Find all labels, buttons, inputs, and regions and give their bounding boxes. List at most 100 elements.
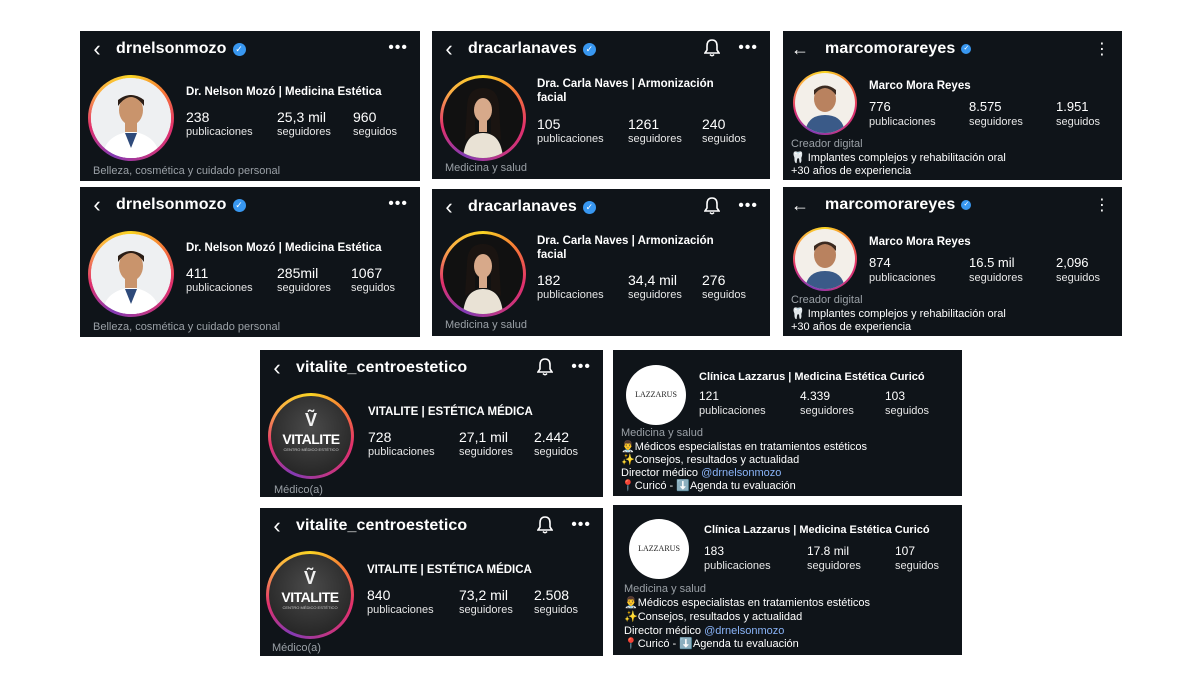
avatar-story-ring[interactable] — [440, 231, 526, 317]
avatar-logo: Ṽ VITALITE CENTRO MÉDICO ESTÉTICO — [269, 554, 351, 636]
profile-category: Creador digital — [791, 138, 863, 150]
avatar-logo-text: LAZZARUS — [635, 390, 677, 399]
chevron-left-icon[interactable]: ‹ — [438, 36, 460, 62]
posts-count: 776 — [869, 99, 891, 114]
stat-following[interactable]: 107 seguidos — [895, 543, 939, 573]
bell-icon[interactable] — [537, 358, 554, 376]
chevron-left-icon[interactable]: ‹ — [438, 194, 460, 220]
stat-followers[interactable]: 8.575 seguidores — [969, 99, 1023, 129]
profile-category: Médico(a) — [274, 484, 323, 496]
profile-fullname: Clínica Lazzarus | Medicina Estética Cur… — [699, 371, 925, 383]
stat-posts[interactable]: 182 publicaciones — [537, 272, 604, 302]
stat-following[interactable]: 1067 seguidos — [351, 265, 395, 295]
more-horizontal-icon[interactable]: ••• — [571, 516, 591, 534]
stat-followers[interactable]: 17.8 mil seguidores — [807, 543, 861, 573]
stat-posts[interactable]: 121 publicaciones — [699, 388, 766, 418]
avatar-story-ring[interactable] — [88, 231, 174, 317]
stat-posts[interactable]: 411 publicaciones — [186, 265, 253, 295]
stat-following[interactable]: 2.508 seguidos — [534, 587, 578, 617]
profile-category: Medicina y salud — [445, 319, 527, 331]
profile-header: ← marcomorareyes ✓ — [783, 31, 1122, 67]
avatar-story-ring[interactable]: Ṽ VITALITE CENTRO MÉDICO ESTÉTICO — [266, 551, 354, 639]
arrow-left-icon[interactable]: ← — [789, 39, 811, 60]
stat-followers[interactable]: 73,2 mil seguidores — [459, 587, 513, 617]
username: dracarlanaves — [468, 40, 577, 57]
stat-posts[interactable]: 874 publicaciones — [869, 255, 936, 285]
avatar-logo[interactable]: LAZZARUS — [626, 365, 686, 425]
stat-following[interactable]: 240 seguidos — [702, 116, 746, 146]
bell-icon[interactable] — [704, 197, 721, 215]
stat-followers[interactable]: 285mil seguidores — [277, 265, 331, 295]
mention-link[interactable]: @drnelsonmozo — [701, 467, 781, 479]
more-horizontal-icon[interactable]: ••• — [738, 197, 758, 215]
followers-label: seguidores — [800, 405, 854, 417]
profile-card-vitalite-1: ‹ vitalite_centroestetico ••• Ṽ VITALITE… — [260, 350, 603, 497]
stat-posts[interactable]: 728 publicaciones — [368, 429, 435, 459]
verified-badge-icon: ✓ — [961, 200, 972, 210]
posts-label: publicaciones — [367, 604, 434, 616]
stat-posts[interactable]: 238 publicaciones — [186, 109, 253, 139]
username: vitalite_centroestetico — [296, 359, 468, 376]
username: marcomorareyes — [825, 40, 956, 57]
username: drnelsonmozo — [116, 196, 227, 213]
more-vertical-icon[interactable]: ⋮ — [1094, 195, 1110, 215]
profile-card-lazzarus-2: LAZZARUS Clínica Lazzarus | Medicina Est… — [613, 505, 962, 655]
bio-director-label: Director médico — [624, 625, 705, 637]
avatar-story-ring[interactable]: Ṽ VITALITE CENTRO MÉDICO ESTÉTICO — [268, 393, 354, 479]
posts-count: 874 — [869, 255, 891, 270]
verified-badge-icon: ✓ — [232, 198, 246, 212]
more-horizontal-icon[interactable]: ••• — [388, 39, 408, 57]
stat-followers[interactable]: 27,1 mil seguidores — [459, 429, 513, 459]
more-horizontal-icon[interactable]: ••• — [738, 39, 758, 57]
following-count: 240 — [702, 116, 726, 132]
stat-followers[interactable]: 16.5 mil seguidores — [969, 255, 1023, 285]
stat-posts[interactable]: 840 publicaciones — [367, 587, 434, 617]
more-horizontal-icon[interactable]: ••• — [571, 358, 591, 376]
username: marcomorareyes — [825, 196, 956, 213]
avatar-story-ring[interactable] — [793, 227, 857, 291]
chevron-left-icon[interactable]: ‹ — [266, 513, 288, 539]
profile-card-marcomorareyes-2: ← marcomorareyes ✓ ⋮ Marco Mora Reyes 87… — [783, 187, 1122, 336]
followers-count: 25,3 mil — [277, 109, 327, 125]
stat-followers[interactable]: 34,4 mil seguidores — [628, 272, 682, 302]
stat-following[interactable]: 103 seguidos — [885, 388, 929, 418]
stat-following[interactable]: 1.951 seguidos — [1056, 99, 1100, 129]
avatar — [443, 78, 523, 158]
avatar-story-ring[interactable] — [793, 71, 857, 135]
stat-posts[interactable]: 183 publicaciones — [704, 543, 771, 573]
stat-following[interactable]: 276 seguidos — [702, 272, 746, 302]
followers-label: seguidores — [277, 126, 331, 138]
avatar-story-ring[interactable] — [440, 75, 526, 161]
profile-fullname: Marco Mora Reyes — [869, 80, 971, 92]
stat-following[interactable]: 960 seguidos — [353, 109, 397, 139]
posts-label: publicaciones — [699, 405, 766, 417]
arrow-left-icon[interactable]: ← — [789, 195, 811, 216]
profile-card-marcomorareyes-1: ← marcomorareyes ✓ ⋮ Marco Mora Reyes 77… — [783, 31, 1122, 180]
following-count: 1.951 — [1056, 99, 1089, 114]
avatar — [91, 78, 171, 158]
stat-followers[interactable]: 25,3 mil seguidores — [277, 109, 331, 139]
chevron-left-icon[interactable]: ‹ — [86, 192, 108, 218]
chevron-left-icon[interactable]: ‹ — [86, 36, 108, 62]
followers-label: seguidores — [277, 282, 331, 294]
following-count: 2.442 — [534, 429, 570, 445]
more-horizontal-icon[interactable]: ••• — [388, 195, 408, 213]
bio-line-1: 🦷 Implantes complejos y rehabilitación o… — [791, 308, 1006, 320]
avatar-logo: Ṽ VITALITE CENTRO MÉDICO ESTÉTICO — [271, 396, 351, 476]
stat-following[interactable]: 2.442 seguidos — [534, 429, 578, 459]
chevron-left-icon[interactable]: ‹ — [266, 355, 288, 381]
more-vertical-icon[interactable]: ⋮ — [1094, 39, 1110, 59]
following-label: seguidos — [702, 133, 747, 145]
avatar-logo[interactable]: LAZZARUS — [629, 519, 689, 579]
stat-posts[interactable]: 105 publicaciones — [537, 116, 604, 146]
bell-icon[interactable] — [704, 39, 721, 57]
stat-following[interactable]: 2,096 seguidos — [1056, 255, 1100, 285]
stat-followers[interactable]: 1261 seguidores — [628, 116, 682, 146]
bell-icon[interactable] — [537, 516, 554, 534]
avatar-story-ring[interactable] — [88, 75, 174, 161]
mention-link[interactable]: @drnelsonmozo — [704, 625, 784, 637]
profile-fullname: Marco Mora Reyes — [869, 236, 971, 248]
stat-followers[interactable]: 4.339 seguidores — [800, 388, 854, 418]
username: vitalite_centroestetico — [296, 517, 468, 534]
stat-posts[interactable]: 776 publicaciones — [869, 99, 936, 129]
